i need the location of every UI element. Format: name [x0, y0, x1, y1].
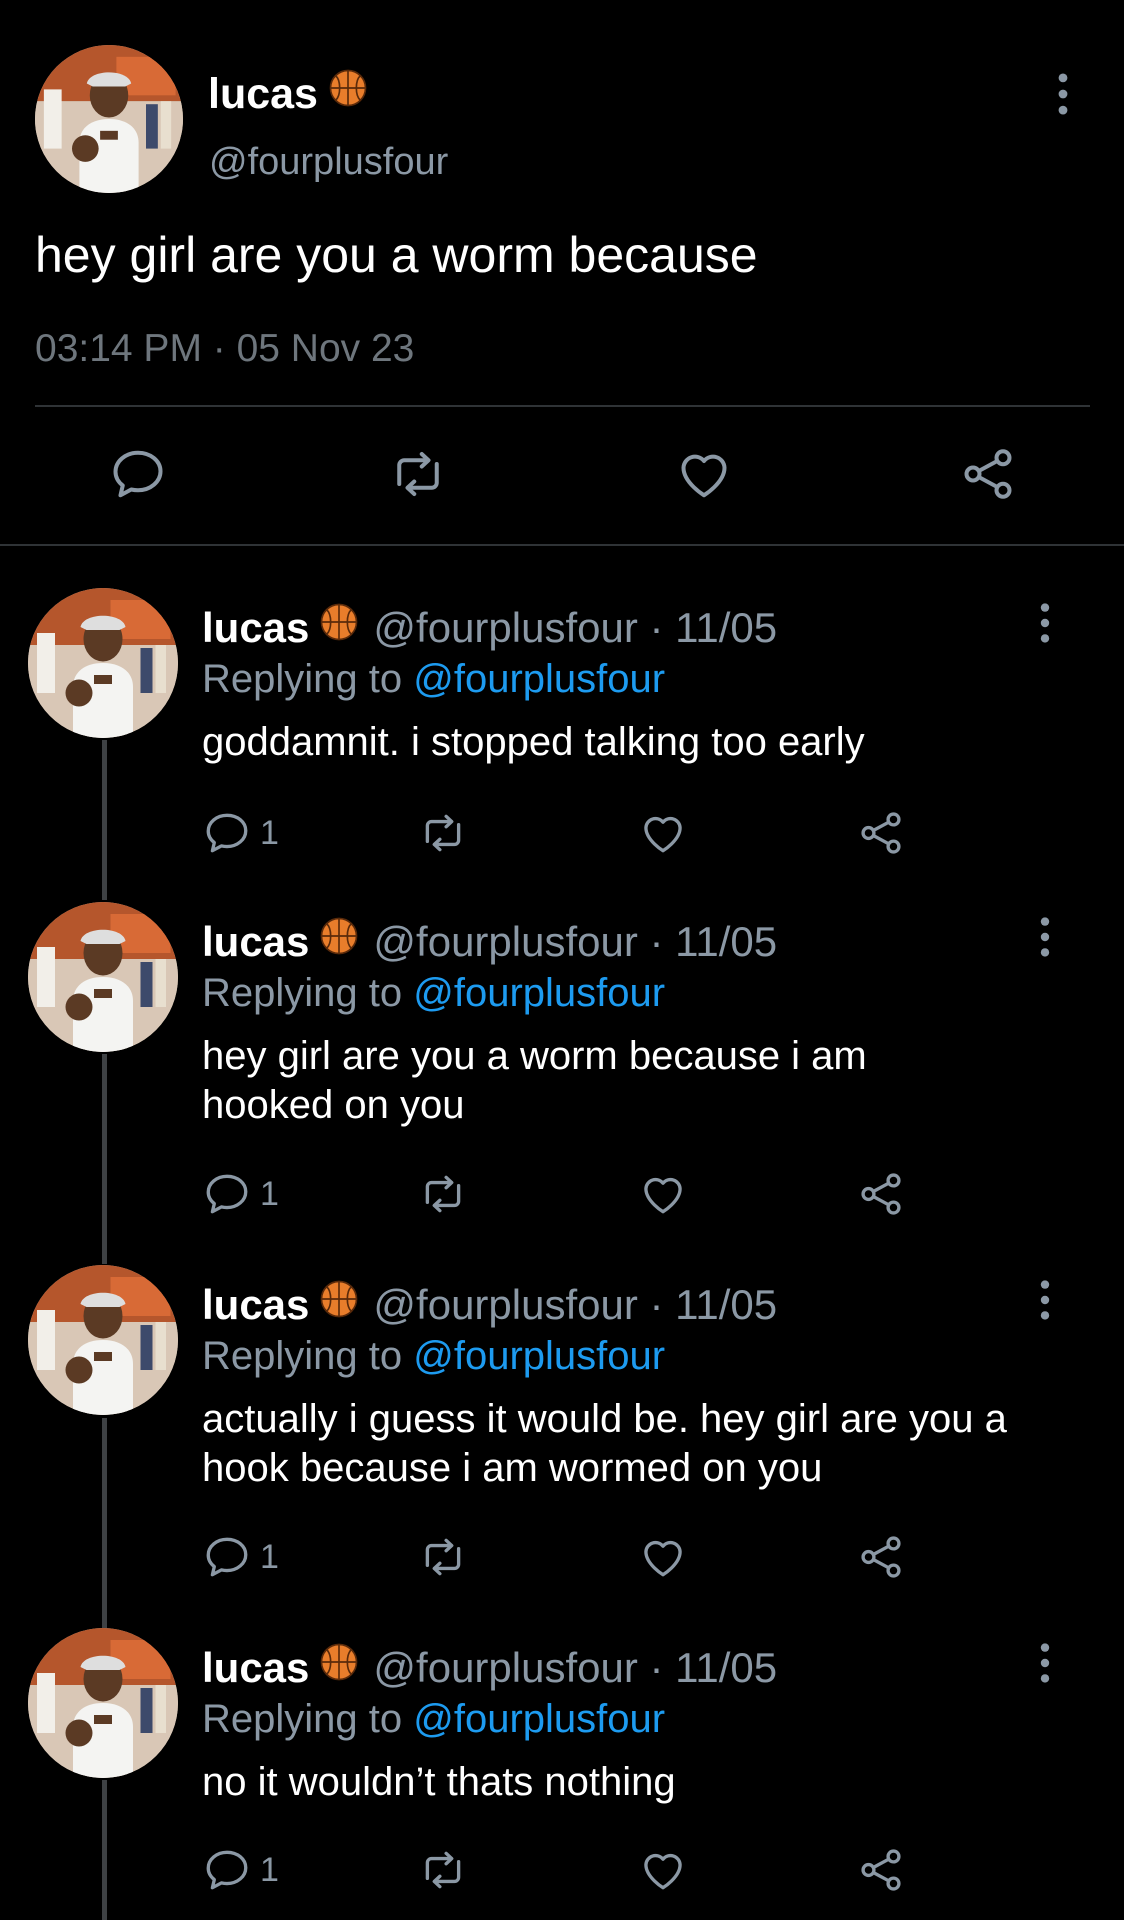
reply-icon: [202, 1845, 252, 1895]
like-icon[interactable]: [674, 444, 734, 504]
retweet-icon[interactable]: [418, 805, 468, 861]
like-icon[interactable]: [638, 1166, 688, 1222]
reply-header: lucas @fourplusfour · 11/05: [202, 1642, 777, 1693]
action-bar: 1: [0, 1842, 1124, 1902]
retweet-icon[interactable]: [388, 444, 448, 504]
avatar[interactable]: [28, 1628, 178, 1778]
more-icon[interactable]: [1046, 72, 1080, 116]
reply-handle-date: @fourplusfour · 11/05: [373, 1280, 778, 1328]
tweet-timestamp: 03:14 PM · 05 Nov 23: [35, 327, 415, 370]
tweet-text: hey girl are you a worm because: [35, 227, 758, 283]
reply-handle-date: @fourplusfour · 11/05: [373, 1643, 778, 1691]
retweet-icon[interactable]: [418, 1166, 468, 1222]
reply-icon: [202, 1169, 252, 1219]
main-handle[interactable]: @fourplusfour: [209, 138, 448, 186]
retweet-icon[interactable]: [418, 1529, 468, 1585]
reply-header: lucas @fourplusfour · 11/05: [202, 1279, 777, 1330]
replying-to: Replying to @fourplusfour: [202, 657, 666, 701]
reply-button[interactable]: 1: [202, 1529, 279, 1585]
share-icon[interactable]: [856, 1166, 906, 1222]
share-icon[interactable]: [856, 805, 906, 861]
basketball-emoji: [319, 1279, 359, 1330]
reply-button[interactable]: 1: [202, 1842, 279, 1898]
replying-to: Replying to @fourplusfour: [202, 971, 666, 1015]
like-icon[interactable]: [638, 805, 688, 861]
divider: [0, 544, 1124, 546]
retweet-icon[interactable]: [418, 1842, 468, 1898]
basketball-emoji: [319, 916, 359, 967]
mention-link[interactable]: @fourplusfour: [413, 657, 665, 701]
action-bar: 1: [0, 1166, 1124, 1226]
reply-text: no it wouldn’t thats nothing: [202, 1760, 676, 1804]
reply-handle-date: @fourplusfour · 11/05: [373, 603, 778, 651]
more-icon[interactable]: [1030, 1279, 1060, 1321]
action-bar: 1: [0, 1529, 1124, 1589]
reply-display-name[interactable]: lucas: [202, 917, 309, 967]
reply-count: 1: [260, 813, 279, 852]
reply-icon: [202, 1532, 252, 1582]
mention-link[interactable]: @fourplusfour: [413, 971, 665, 1015]
basketball-emoji: [328, 68, 368, 120]
reply-button[interactable]: 1: [202, 1166, 279, 1222]
more-icon[interactable]: [1030, 916, 1060, 958]
divider: [35, 405, 1090, 407]
reply-count: 1: [260, 1174, 279, 1213]
thread-connector: [102, 1054, 107, 1264]
reply-count: 1: [260, 1537, 279, 1576]
reply-button[interactable]: 1: [202, 805, 279, 861]
reply-text: goddamnit. i stopped talking too early: [202, 720, 865, 764]
share-icon[interactable]: [856, 1842, 906, 1898]
reply-count: 1: [260, 1850, 279, 1889]
reply-icon: [202, 808, 252, 858]
share-icon[interactable]: [856, 1529, 906, 1585]
replying-to: Replying to @fourplusfour: [202, 1697, 666, 1741]
basketball-emoji: [319, 1642, 359, 1693]
like-icon[interactable]: [638, 1842, 688, 1898]
more-icon[interactable]: [1030, 602, 1060, 644]
main-display-name[interactable]: lucas: [208, 68, 368, 120]
reply-display-name[interactable]: lucas: [202, 1643, 309, 1693]
action-bar: 1: [0, 805, 1124, 865]
mention-link[interactable]: @fourplusfour: [413, 1697, 665, 1741]
reply-handle-date: @fourplusfour · 11/05: [373, 917, 778, 965]
reply-icon[interactable]: [108, 444, 168, 504]
avatar[interactable]: [28, 1265, 178, 1415]
avatar[interactable]: [28, 902, 178, 1052]
like-icon[interactable]: [638, 1529, 688, 1585]
share-icon[interactable]: [958, 444, 1018, 504]
basketball-emoji: [319, 602, 359, 653]
replying-to: Replying to @fourplusfour: [202, 1334, 666, 1378]
reply-text: actually i guess it would be. hey girl a…: [202, 1397, 1007, 1490]
more-icon[interactable]: [1030, 1642, 1060, 1684]
avatar[interactable]: [35, 45, 183, 193]
reply-text: hey girl are you a worm because i am hoo…: [202, 1034, 867, 1127]
mention-link[interactable]: @fourplusfour: [413, 1334, 665, 1378]
reply-display-name[interactable]: lucas: [202, 603, 309, 653]
reply-header: lucas @fourplusfour · 11/05: [202, 602, 777, 653]
thread-connector: [102, 1418, 107, 1628]
avatar[interactable]: [28, 588, 178, 738]
reply-display-name[interactable]: lucas: [202, 1280, 309, 1330]
reply-header: lucas @fourplusfour · 11/05: [202, 916, 777, 967]
